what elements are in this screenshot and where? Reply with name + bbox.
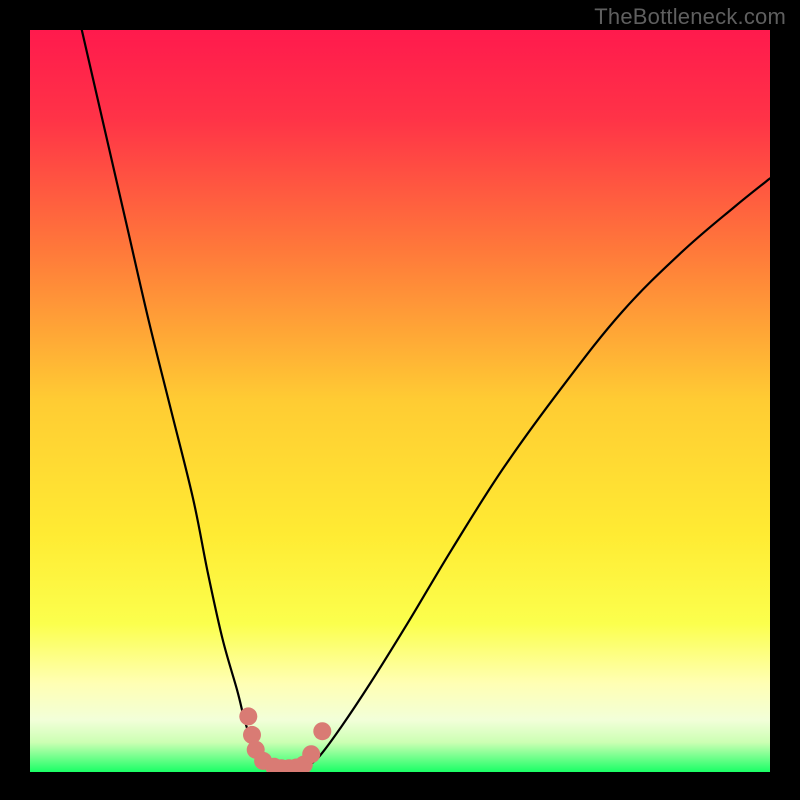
marker-point xyxy=(313,722,331,740)
marker-point xyxy=(302,745,320,763)
bottleneck-chart xyxy=(30,30,770,772)
gradient-background xyxy=(30,30,770,772)
chart-frame: TheBottleneck.com xyxy=(0,0,800,800)
watermark-text: TheBottleneck.com xyxy=(594,4,786,30)
marker-point xyxy=(239,707,257,725)
